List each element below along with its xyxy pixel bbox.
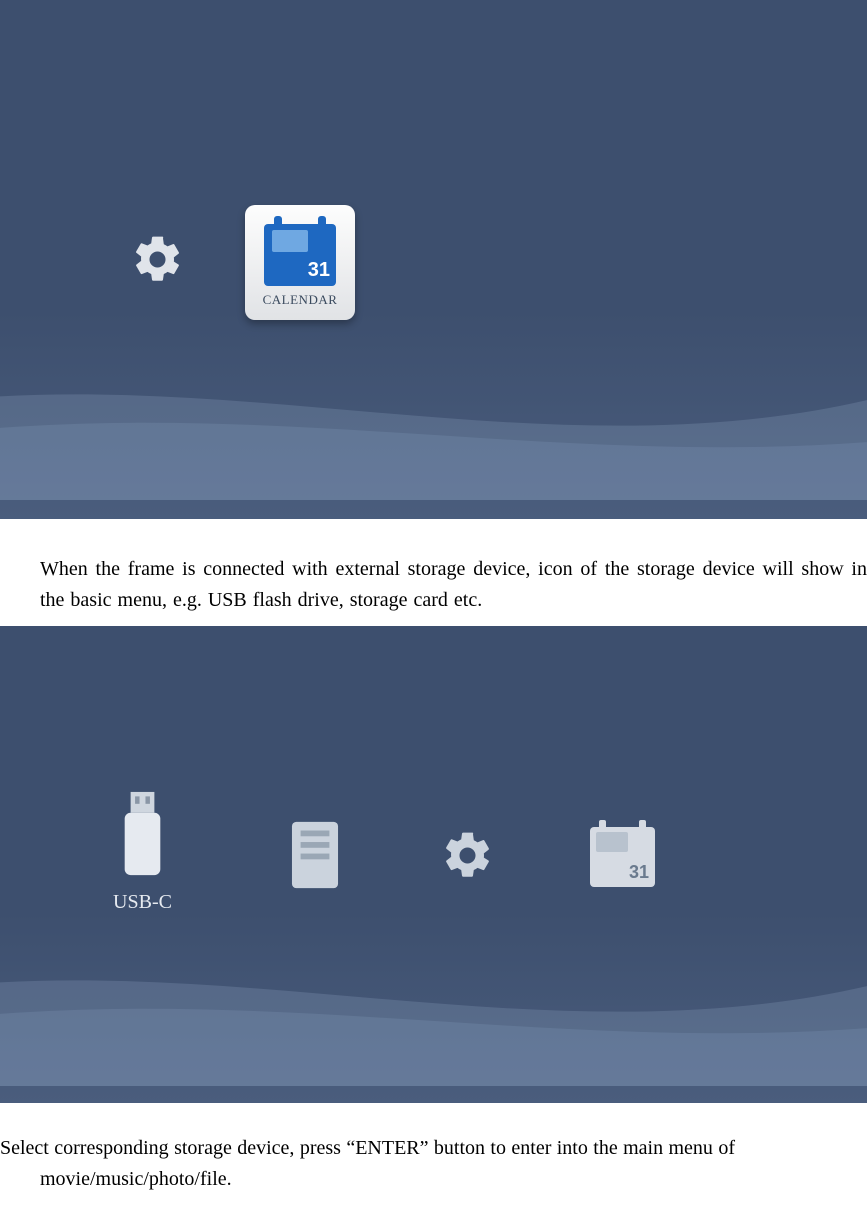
calendar-tile[interactable]: 31 CALENDAR — [245, 205, 355, 320]
internal-storage-icon[interactable] — [285, 819, 345, 891]
wave-decoration — [0, 886, 867, 1086]
usb-c-tile[interactable]: USB-C — [95, 786, 190, 914]
paragraph-storage-connected: When the frame is connected with externa… — [0, 519, 867, 626]
calendar-day-number: 31 — [629, 862, 649, 883]
calendar-day-number: 31 — [308, 259, 330, 282]
paragraph-select-storage: Select corresponding storage device, pre… — [0, 1103, 867, 1205]
screenshot-storage-menu: USB-C 31 — [0, 626, 867, 1103]
paragraph-select-storage-line2: movie/music/photo/file. — [0, 1164, 867, 1195]
settings-icon[interactable] — [440, 828, 495, 889]
paragraph-select-storage-line1: Select corresponding storage device, pre… — [0, 1137, 735, 1159]
usb-icon — [95, 786, 190, 881]
wave-decoration — [0, 300, 867, 500]
calendar-icon: 31 — [264, 224, 336, 286]
usb-label: USB-C — [113, 891, 172, 914]
calendar-label: CALENDAR — [263, 292, 338, 308]
calendar-icon[interactable]: 31 — [590, 827, 655, 887]
screenshot-basic-menu: 31 CALENDAR — [0, 0, 867, 519]
settings-icon[interactable] — [130, 232, 185, 293]
